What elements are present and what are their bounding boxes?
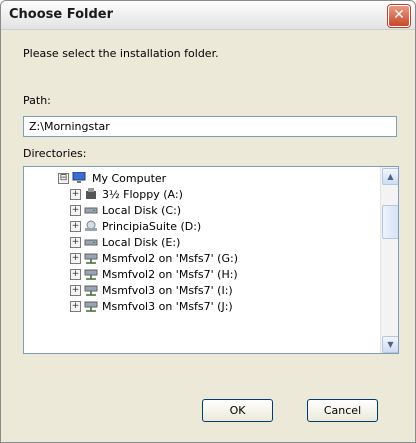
scroll-thumb[interactable] — [382, 205, 398, 239]
title-bar[interactable]: Choose Folder ✕ — [1, 1, 415, 30]
directories-label: Directories: — [23, 147, 87, 160]
tree-item-label: Msmfvol3 on 'Msfs7' (I:) — [102, 284, 233, 297]
hard-drive-icon — [84, 236, 98, 248]
tree-item-label: Local Disk (E:) — [102, 236, 181, 249]
tree-item-label: My Computer — [92, 172, 167, 185]
choose-folder-dialog: Choose Folder ✕ Please select the instal… — [0, 0, 416, 443]
tree-item-label: Msmfvol2 on 'Msfs7' (H:) — [102, 268, 238, 281]
expand-icon[interactable]: + — [70, 189, 81, 200]
tree-scrollbar[interactable]: ▲ ▼ — [380, 167, 398, 353]
network-drive-icon — [84, 252, 98, 264]
network-drive-icon — [84, 268, 98, 280]
close-icon: ✕ — [393, 7, 405, 23]
close-button[interactable]: ✕ — [388, 5, 410, 27]
hard-drive-icon — [84, 204, 98, 216]
tree-item-label: 3½ Floppy (A:) — [102, 188, 183, 201]
path-label: Path: — [23, 94, 51, 107]
tree-item-label: Msmfvol2 on 'Msfs7' (G:) — [102, 252, 238, 265]
arrow-up-icon: ▲ — [387, 172, 394, 181]
scroll-up-button[interactable]: ▲ — [382, 168, 398, 185]
expand-icon[interactable]: + — [70, 221, 81, 232]
network-drive-icon — [84, 300, 98, 312]
tree-item-label: Msmfvol3 on 'Msfs7' (J:) — [102, 300, 233, 313]
directory-tree[interactable]: ⊟ My Computer +3½ Floppy (A:) + Local Disk… — [23, 166, 399, 354]
expand-icon[interactable]: + — [70, 269, 81, 280]
tree-item-label: PrincipiaSuite (D:) — [102, 220, 202, 233]
expand-icon[interactable]: + — [70, 301, 81, 312]
computer-icon — [72, 171, 86, 184]
floppy-drive-icon — [84, 188, 98, 200]
scroll-down-button[interactable]: ▼ — [382, 336, 398, 353]
arrow-down-icon: ▼ — [387, 340, 394, 349]
instruction-text: Please select the installation folder. — [23, 47, 219, 60]
cancel-button[interactable]: Cancel — [307, 399, 378, 422]
expand-icon[interactable]: + — [70, 285, 81, 296]
ok-button[interactable]: OK — [202, 399, 273, 422]
expand-icon[interactable]: + — [70, 205, 81, 216]
cd-drive-icon — [84, 220, 98, 232]
network-drive-icon — [84, 284, 98, 296]
expand-icon[interactable]: + — [70, 253, 81, 264]
tree-item-label: Local Disk (C:) — [102, 204, 182, 217]
collapse-icon[interactable]: ⊟ — [58, 173, 69, 184]
dialog-title: Choose Folder — [9, 7, 114, 22]
expand-icon[interactable]: + — [70, 237, 81, 248]
path-input[interactable] — [23, 116, 397, 137]
